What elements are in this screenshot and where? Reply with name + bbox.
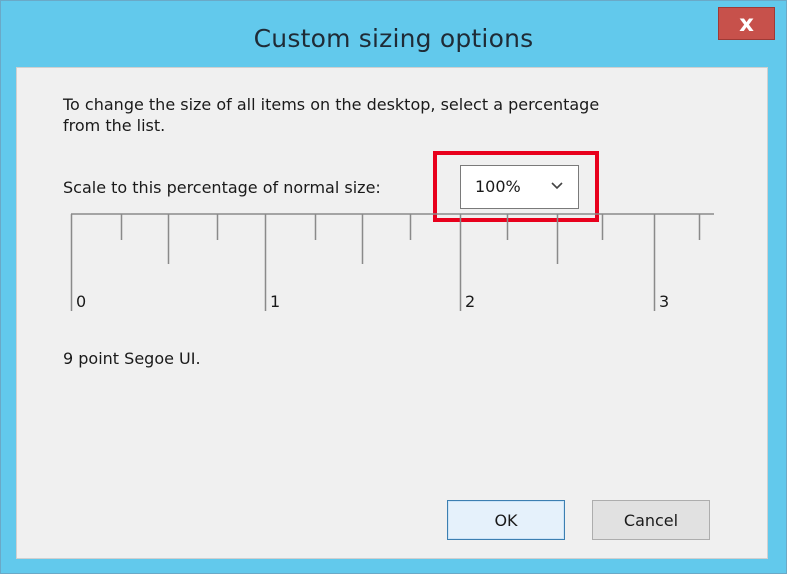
close-icon: x [739, 10, 754, 37]
scale-select-value: 100% [475, 177, 521, 196]
dialog-body: To change the size of all items on the d… [16, 67, 768, 559]
ruler-label-3: 3 [659, 292, 669, 311]
dialog-window: Custom sizing options x To change the si… [0, 0, 787, 574]
close-button[interactable]: x [718, 7, 775, 40]
ruler[interactable]: 0 1 2 3 [69, 211, 719, 321]
scale-label: Scale to this percentage of normal size: [63, 178, 381, 197]
sample-text: 9 point Segoe UI. [63, 349, 201, 368]
ruler-label-1: 1 [270, 292, 280, 311]
dialog-title: Custom sizing options [253, 24, 534, 53]
scale-select[interactable]: 100% [460, 165, 579, 209]
chevron-down-icon [551, 182, 563, 190]
description-text: To change the size of all items on the d… [63, 95, 600, 135]
ruler-label-0: 0 [76, 292, 86, 311]
cancel-button[interactable]: Cancel [592, 500, 710, 540]
ruler-label-2: 2 [465, 292, 475, 311]
ok-button[interactable]: OK [447, 500, 565, 540]
